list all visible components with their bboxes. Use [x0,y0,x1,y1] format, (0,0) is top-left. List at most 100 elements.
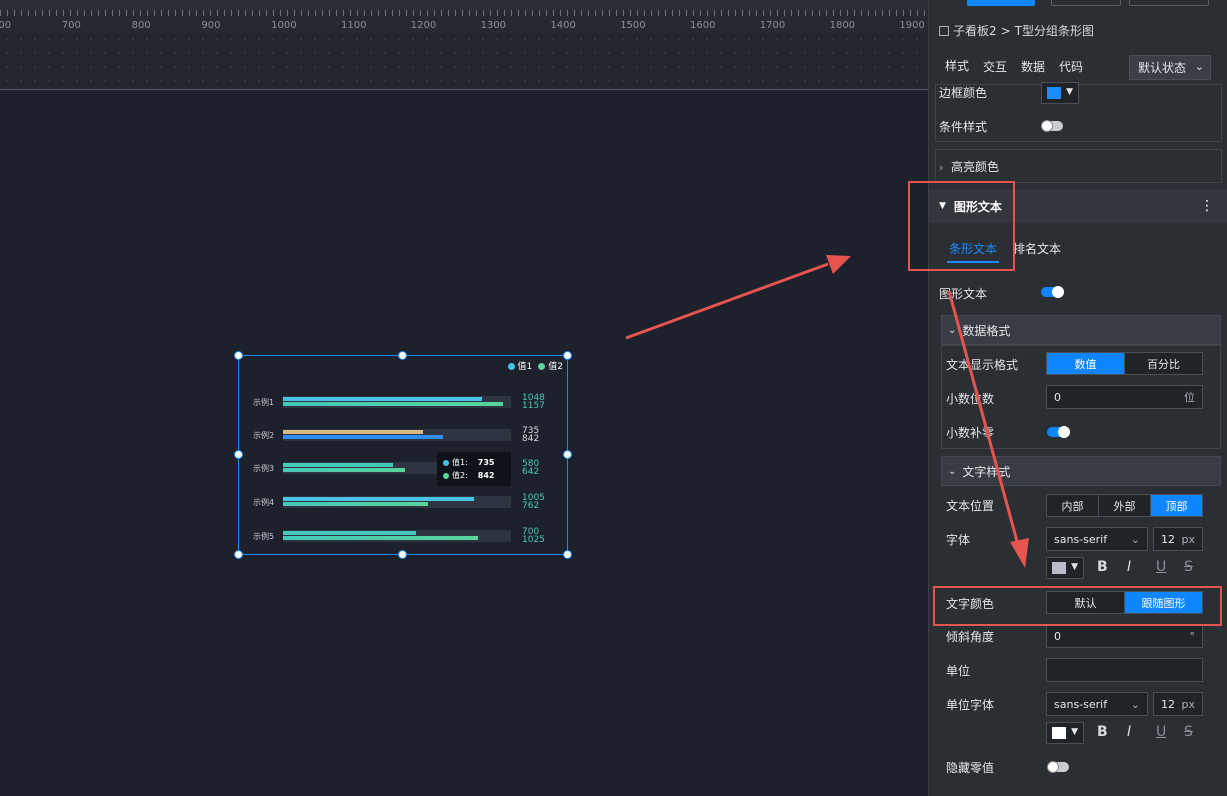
unit-input[interactable] [1046,658,1203,682]
chevron-down-icon: ⌄ [948,324,957,336]
strikethrough-button[interactable]: S [1184,724,1193,740]
bar-value1[interactable] [283,497,474,501]
tab-interaction[interactable]: 交互 [983,58,1007,79]
bold-button[interactable]: B [1097,559,1108,575]
text-style-header[interactable]: ⌄ 文字样式 [941,456,1221,486]
color-swatch [1052,562,1066,574]
bar-value2[interactable] [283,402,503,406]
text-position-segment: 内部 外部 顶部 [1046,494,1203,517]
position-top-option[interactable]: 顶部 [1151,495,1202,516]
resize-handle[interactable] [234,550,243,559]
category-label: 示例3 [253,464,275,473]
bar-value2[interactable] [283,435,443,439]
font-family-select[interactable]: sans-serif ⌄ [1046,527,1148,551]
unit-font-size-unit: px [1181,697,1196,711]
tilt-angle-label: 倾斜角度 [946,630,995,644]
resize-handle[interactable] [563,351,572,360]
font-color-picker[interactable]: ▼ [1046,557,1084,579]
unit-label: 单位 [946,664,971,678]
top-secondary-button[interactable] [1129,0,1209,6]
ruler-tick-label: 600 [0,20,12,31]
value-label: 1157 [522,401,545,411]
bar-value2[interactable] [283,468,405,472]
decimal-places-input[interactable]: 0 位 [1046,385,1203,409]
position-outside-option[interactable]: 外部 [1099,495,1151,516]
top-primary-button[interactable] [967,0,1035,6]
highlight-color-row[interactable]: › 高亮颜色 [939,158,999,175]
ruler-tick-label: 1700 [759,20,786,31]
top-secondary-button[interactable] [1051,0,1121,6]
condition-style-toggle[interactable] [1041,120,1063,132]
tooltip-value: 735 [477,458,495,467]
more-options-icon[interactable]: ⋮ [1200,198,1214,214]
tooltip-value: 842 [477,471,495,480]
shape-text-toggle[interactable] [1041,286,1064,298]
tab-code[interactable]: 代码 [1059,58,1083,79]
bar-value1[interactable] [283,397,483,401]
bar-value1[interactable] [283,463,394,467]
italic-button[interactable]: I [1127,724,1131,740]
resize-handle[interactable] [398,550,407,559]
resize-handle[interactable] [563,450,572,459]
border-color-label: 边框颜色 [939,86,988,100]
state-select-value: 默认状态 [1138,61,1187,75]
format-percent-option[interactable]: 百分比 [1125,353,1202,374]
bold-button[interactable]: B [1097,724,1108,740]
font-size-input[interactable]: 12 px [1153,527,1203,551]
breadcrumb-separator: > [1000,23,1011,38]
ruler-tick-label: 1100 [341,20,367,31]
legend-dot-icon [507,363,515,370]
font-size-value: 12 [1161,532,1175,546]
underline-button[interactable]: U [1156,559,1166,575]
subtab-rank-text[interactable]: 排名文本 [1013,240,1061,257]
resize-handle[interactable] [234,450,243,459]
shape-text-label: 图形文本 [939,287,988,301]
breadcrumb-parent[interactable]: 子看板2 [953,22,997,39]
decimal-places-label: 小数位数 [946,392,995,406]
category-label: 示例1 [253,398,275,407]
hide-zero-toggle[interactable] [1047,761,1069,773]
data-format-header[interactable]: ⌄ 数据格式 [941,315,1221,345]
strikethrough-button[interactable]: S [1184,559,1193,575]
bar-value1[interactable] [283,531,416,535]
legend-dot-icon [538,363,546,370]
decimal-pad-toggle[interactable] [1047,426,1070,438]
ruler-tick-label: 1600 [690,20,716,31]
tab-data[interactable]: 数据 [1021,58,1045,79]
category-label: 示例2 [253,431,275,440]
condition-style-label: 条件样式 [939,120,988,134]
tooltip-dot-icon [443,472,449,479]
category-label: 示例5 [253,532,275,541]
italic-button[interactable]: I [1127,559,1131,575]
unit-font-size-input[interactable]: 12 px [1153,692,1203,716]
bar-value2[interactable] [283,536,478,540]
ruler-tick-label: 1800 [829,20,856,31]
bar-track [283,396,511,408]
tilt-angle-input[interactable]: 0 ° [1046,624,1203,648]
text-display-format-label: 文本显示格式 [946,358,1019,372]
state-select[interactable]: 默认状态 ⌄ [1129,55,1211,80]
value-label: 642 [522,467,540,477]
tab-style[interactable]: 样式 [945,57,969,80]
resize-handle[interactable] [398,351,407,360]
format-numeric-option[interactable]: 数值 [1047,353,1125,374]
resize-handle[interactable] [234,351,243,360]
decimal-places-suffix: 位 [1184,391,1195,404]
ruler-tick-label: 1400 [550,20,576,31]
legend-item-value2[interactable]: 值2 [538,359,563,372]
decimal-pad-label: 小数补零 [946,426,995,440]
bar-value1[interactable] [283,430,423,434]
legend-item-value1[interactable]: 值1 [507,359,532,372]
chart-widget[interactable]: 值1 值2 示例1 1048 1157 示例2 735 842 示例3 580 642 示例4 10… [238,355,568,555]
chart-legend[interactable]: 值1 值2 [507,359,563,372]
underline-button[interactable]: U [1156,724,1166,740]
unit-font-color-picker[interactable]: ▼ [1046,722,1084,744]
bar-value2[interactable] [283,502,428,506]
canvas-area[interactable]: 600 700 800 900 1000 1100 1200 1300 1400 1500 1600… [0,0,928,796]
border-color-picker[interactable]: ▼ [1041,82,1079,104]
unit-font-family-select[interactable]: sans-serif ⌄ [1046,692,1148,716]
ruler-tick-label: 700 [61,20,81,31]
position-inside-option[interactable]: 内部 [1047,495,1099,516]
resize-handle[interactable] [563,550,572,559]
chevron-right-icon: › [939,161,944,174]
